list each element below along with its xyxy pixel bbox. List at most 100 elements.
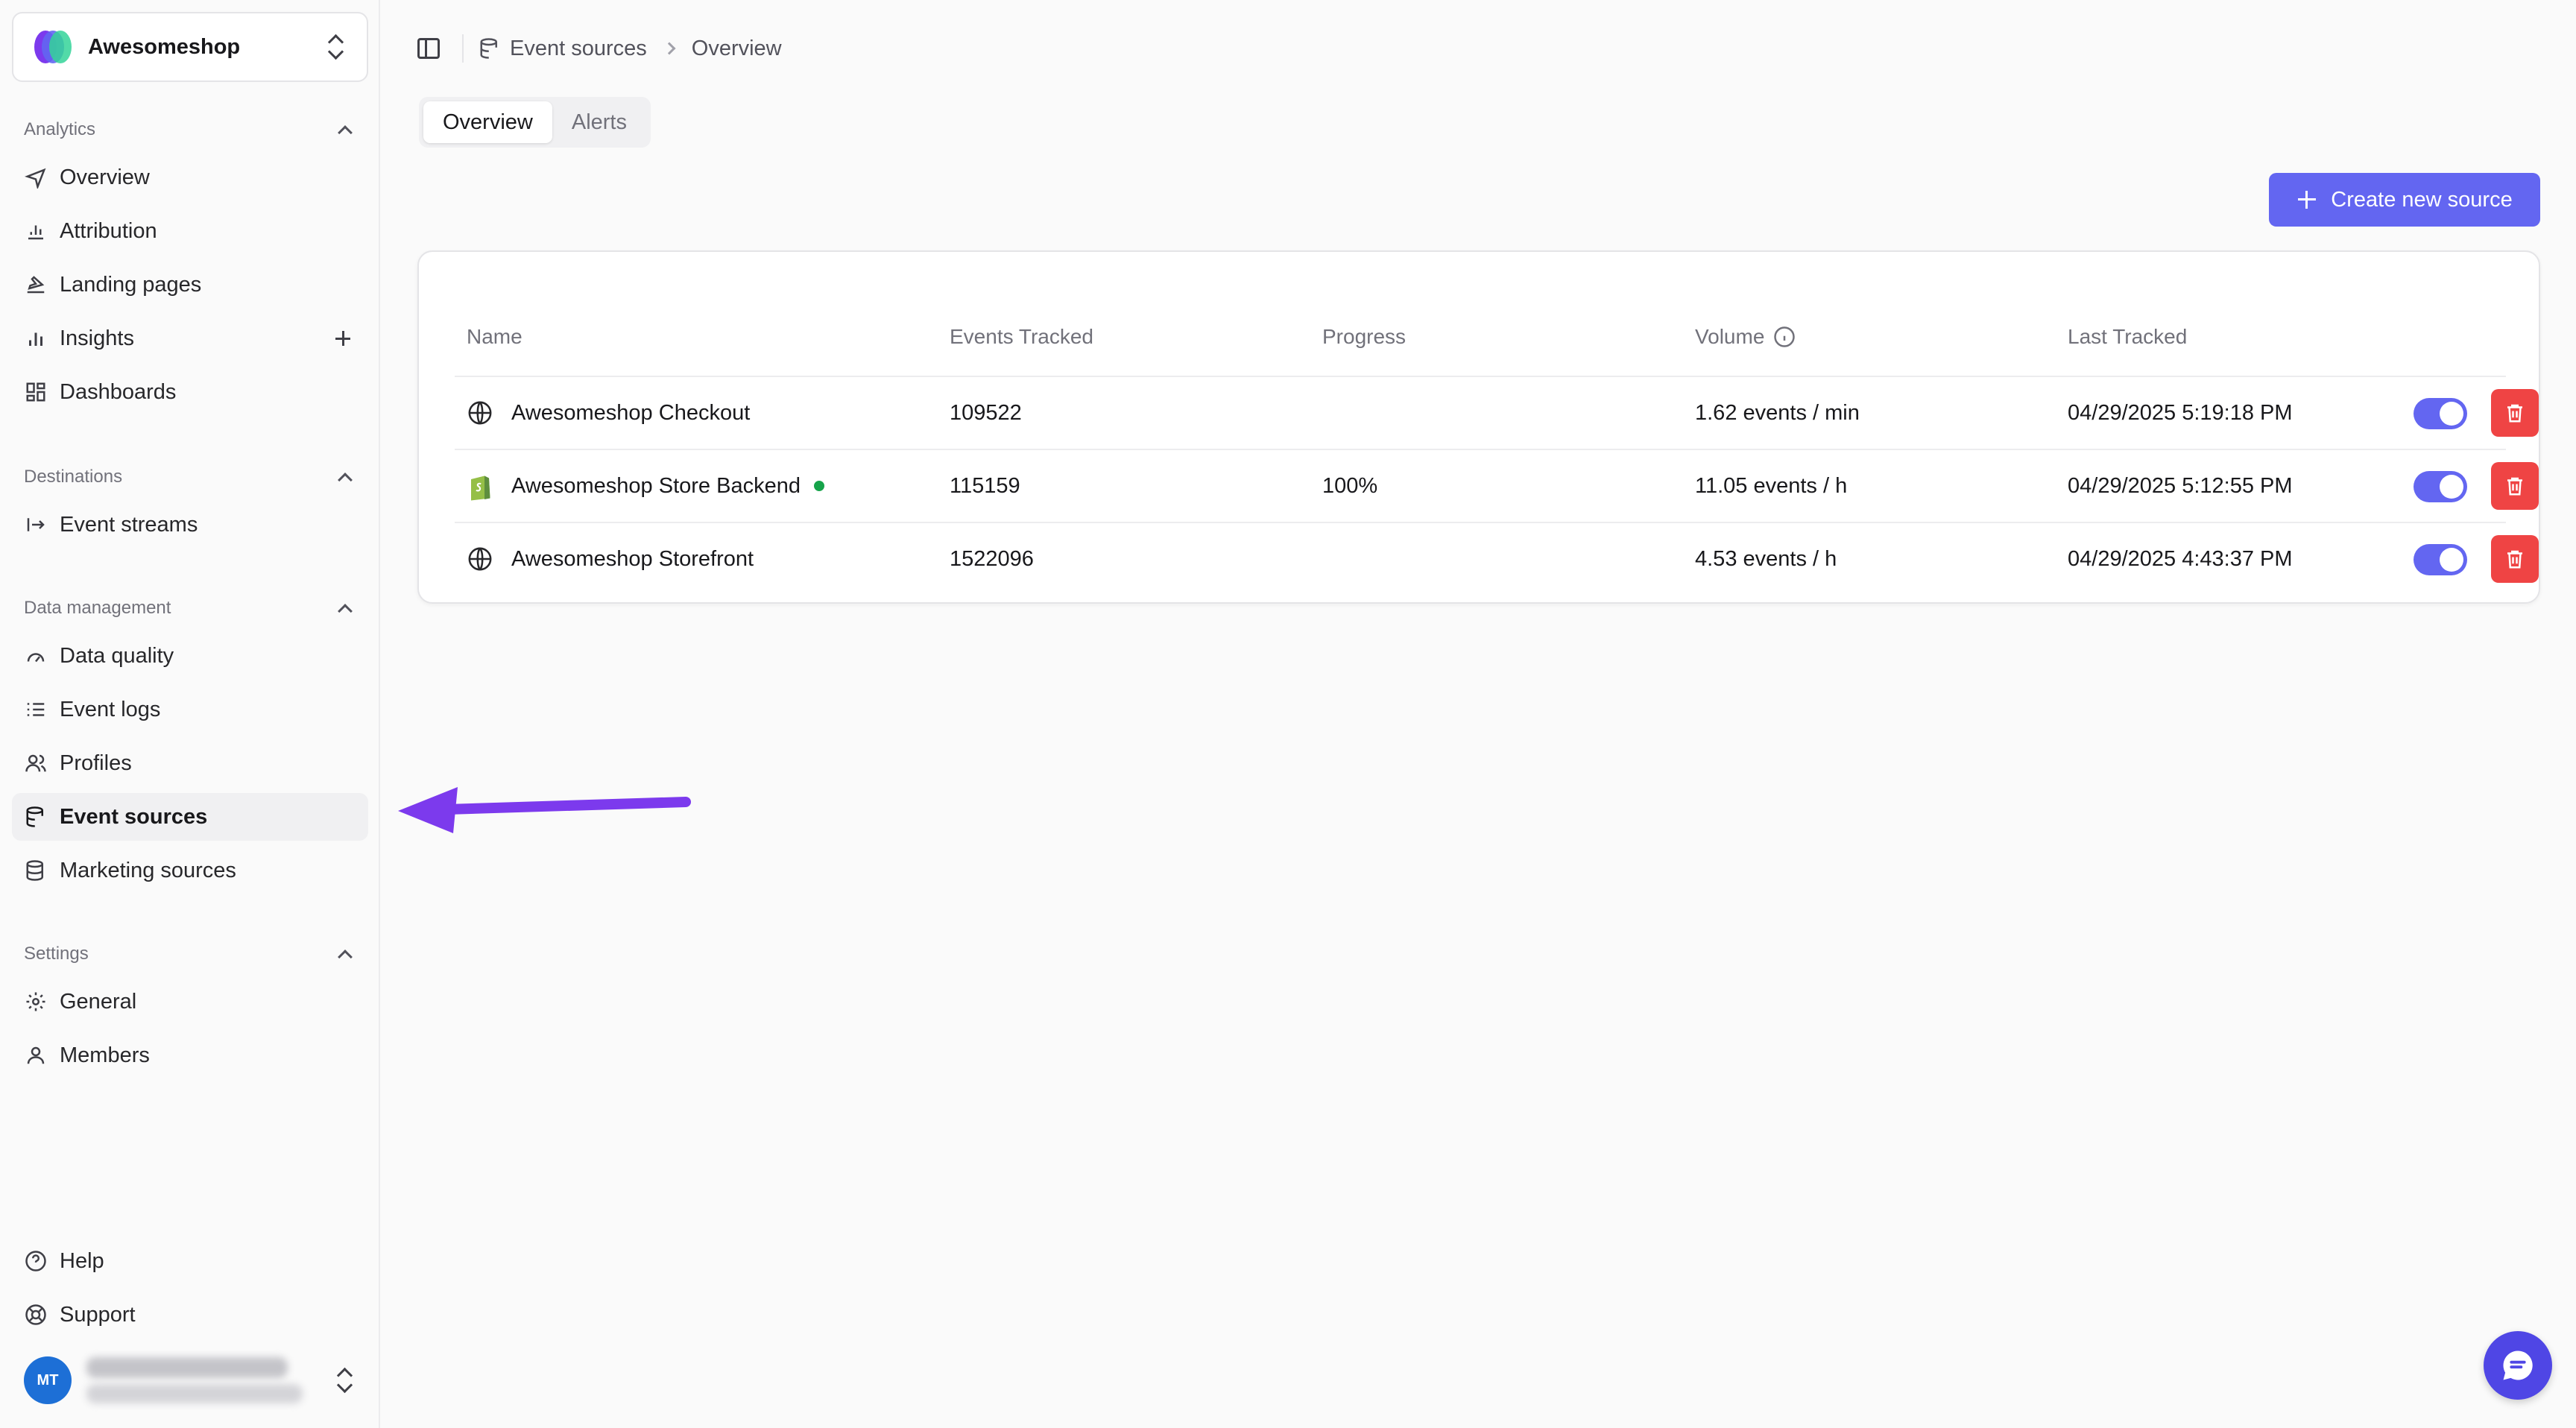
last-tracked: 04/29/2025 4:43:37 PM <box>2068 546 2293 571</box>
sidebar-item-label: Marketing sources <box>60 858 236 882</box>
sidebar-item-marketing-sources[interactable]: Marketing sources <box>12 847 368 894</box>
column-progress: Progress <box>1322 325 1407 348</box>
add-insight-plus-icon[interactable] <box>329 325 356 352</box>
chat-icon <box>2498 1346 2537 1385</box>
sidebar-item-support[interactable]: Support <box>12 1291 368 1339</box>
create-new-source-button[interactable]: Create new source <box>2269 173 2540 227</box>
database-icon <box>24 859 48 882</box>
source-name: Awesomeshop Store Backend <box>511 473 801 498</box>
org-name: Awesomeshop <box>88 34 241 59</box>
tab-alerts[interactable]: Alerts <box>552 101 646 143</box>
sidebar-item-label: Help <box>60 1248 104 1273</box>
section-title: Analytics <box>24 119 96 139</box>
globe-icon <box>467 546 493 572</box>
sidebar-item-data-quality[interactable]: Data quality <box>12 632 368 680</box>
delete-source-button[interactable] <box>2491 389 2539 437</box>
tab-overview[interactable]: Overview <box>423 101 552 143</box>
stream-icon <box>24 513 48 537</box>
shopify-icon <box>467 473 493 501</box>
sidebar-item-label: Dashboards <box>60 379 177 404</box>
events-tracked: 109522 <box>950 400 1022 425</box>
section-destinations[interactable]: Destinations <box>24 462 358 492</box>
sidebar-item-event-logs[interactable]: Event logs <box>12 686 368 733</box>
breadcrumb-current: Overview <box>691 36 782 60</box>
user-menu[interactable]: MT <box>12 1349 368 1412</box>
sidebar-item-label: Support <box>60 1302 136 1327</box>
sidebar-item-label: General <box>60 989 137 1014</box>
column-last-tracked: Last Tracked <box>2068 325 2188 348</box>
chevron-up-icon <box>338 125 353 140</box>
lifebuoy-icon <box>24 1303 48 1327</box>
help-icon <box>24 1249 48 1273</box>
sidebar-toggle-icon[interactable] <box>417 38 440 59</box>
plus-icon <box>2296 189 2317 210</box>
landing-icon <box>24 273 48 297</box>
sidebar-item-landing-pages[interactable]: Landing pages <box>12 261 368 309</box>
section-title: Destinations <box>24 467 123 487</box>
events-tracked: 1522096 <box>950 546 1034 571</box>
bar-chart-icon <box>24 326 48 350</box>
globe-icon <box>467 399 493 426</box>
column-volume: Volume <box>1695 297 1796 377</box>
trash-icon <box>2504 475 2526 497</box>
sidebar-item-label: Attribution <box>60 218 157 243</box>
chevrons-updown-icon <box>325 32 346 62</box>
org-logo-icon <box>34 31 72 63</box>
breadcrumb-section[interactable]: Event sources <box>510 37 647 61</box>
tab-bar: Overview Alerts <box>419 97 651 148</box>
sidebar-item-event-streams[interactable]: Event streams <box>12 501 368 549</box>
section-settings[interactable]: Settings <box>24 939 358 969</box>
sidebar-item-label: Event sources <box>60 804 208 829</box>
source-name: Awesomeshop Checkout <box>511 400 751 425</box>
user-icon <box>24 1043 48 1067</box>
sidebar-item-event-sources[interactable]: Event sources <box>12 793 368 841</box>
sidebar-item-help[interactable]: Help <box>12 1237 368 1285</box>
sidebar-item-profiles[interactable]: Profiles <box>12 739 368 787</box>
database-icon <box>479 37 501 60</box>
topbar: Event sources Overview <box>417 30 782 67</box>
volume: 4.53 events / h <box>1695 546 1837 571</box>
sidebar-item-label: Members <box>60 1043 150 1067</box>
chevron-right-icon <box>663 42 676 55</box>
column-events-tracked: Events Tracked <box>950 325 1093 348</box>
info-icon[interactable] <box>1773 326 1796 348</box>
source-name-cell: Awesomeshop Storefront <box>467 523 754 595</box>
last-tracked: 04/29/2025 5:12:55 PM <box>2068 473 2293 498</box>
trash-icon <box>2504 548 2526 570</box>
chevrons-updown-icon <box>334 1365 355 1395</box>
source-enabled-toggle[interactable] <box>2414 544 2467 575</box>
events-tracked: 115159 <box>950 473 1020 498</box>
sidebar-item-attribution[interactable]: Attribution <box>12 207 368 255</box>
sidebar-item-overview[interactable]: Overview <box>12 154 368 201</box>
gear-icon <box>24 990 48 1014</box>
annotation-arrow-icon <box>398 787 691 833</box>
delete-source-button[interactable] <box>2491 462 2539 510</box>
table-row[interactable]: Awesomeshop Checkout 109522 1.62 events … <box>455 377 2539 450</box>
source-name: Awesomeshop Storefront <box>511 546 754 571</box>
sidebar-item-label: Landing pages <box>60 272 202 297</box>
source-enabled-toggle[interactable] <box>2414 471 2467 502</box>
org-switcher[interactable]: Awesomeshop <box>12 12 368 82</box>
chevron-up-icon <box>338 950 353 964</box>
divider <box>462 34 464 63</box>
section-data-management[interactable]: Data management <box>24 593 358 623</box>
sidebar-item-label: Overview <box>60 165 150 189</box>
table-row[interactable]: Awesomeshop Storefront 1522096 4.53 even… <box>455 523 2539 596</box>
sidebar-item-label: Event streams <box>60 512 198 537</box>
sidebar-item-label: Event logs <box>60 697 161 721</box>
delete-source-button[interactable] <box>2491 535 2539 583</box>
sidebar-item-insights[interactable]: Insights <box>12 315 368 362</box>
attribution-icon <box>24 219 48 243</box>
sidebar-item-general[interactable]: General <box>12 978 368 1026</box>
chat-support-button[interactable] <box>2484 1331 2552 1400</box>
sidebar-item-members[interactable]: Members <box>12 1031 368 1079</box>
source-enabled-toggle[interactable] <box>2414 398 2467 429</box>
table-row[interactable]: Awesomeshop Store Backend 115159 100% 11… <box>455 450 2539 523</box>
status-active-dot <box>813 481 824 491</box>
sidebar-item-dashboards[interactable]: Dashboards <box>12 368 368 416</box>
user-info-redacted <box>86 1354 334 1406</box>
section-analytics[interactable]: Analytics <box>24 115 358 145</box>
sidebar: Awesomeshop Analytics Overview Attributi… <box>0 0 380 1428</box>
chevron-up-icon <box>338 604 353 619</box>
users-icon <box>24 751 48 775</box>
